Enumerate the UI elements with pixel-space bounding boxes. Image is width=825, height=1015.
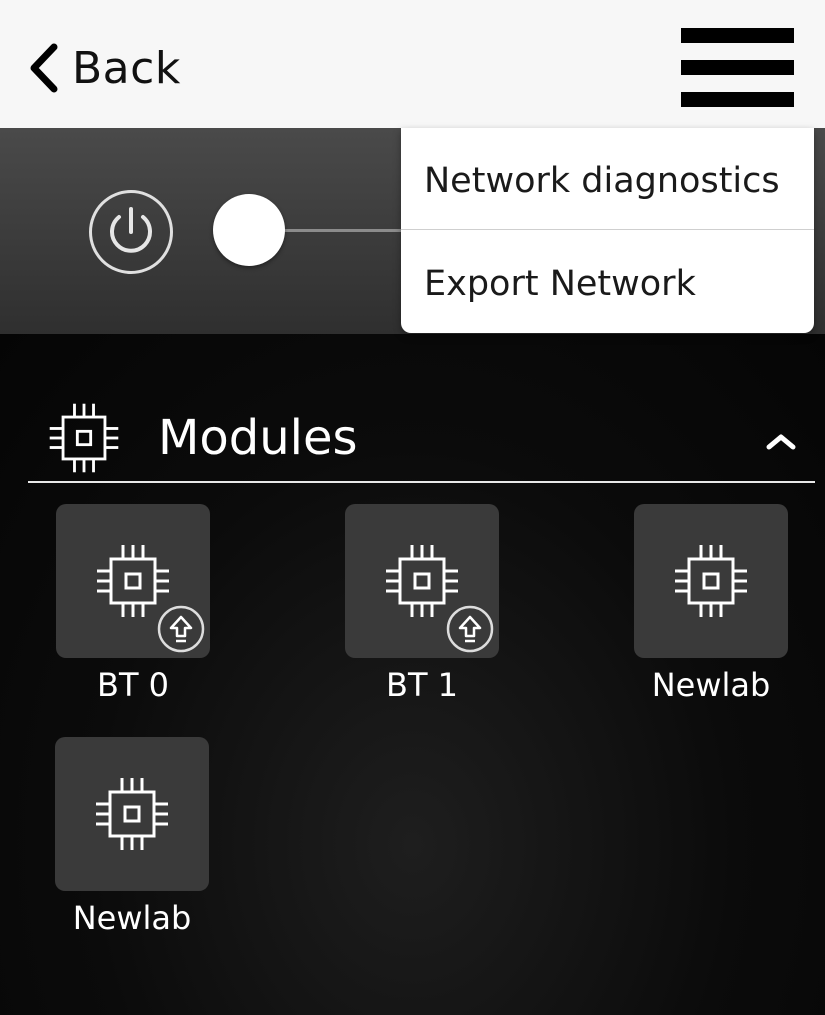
power-button[interactable] (89, 190, 173, 274)
top-bar: Back (0, 0, 825, 128)
update-arrow-icon (444, 603, 496, 655)
overflow-menu: Network diagnostics Export Network (401, 128, 814, 333)
chevron-up-icon[interactable] (763, 430, 799, 452)
chevron-left-icon (30, 43, 58, 93)
menu-item-label: Network diagnostics (424, 161, 780, 201)
menu-bar (681, 60, 794, 75)
module-label: Newlab (72, 899, 192, 937)
module-bt-0[interactable]: BT 0 (53, 504, 213, 704)
module-tile[interactable] (345, 504, 499, 658)
module-newlab-2[interactable]: Newlab (52, 737, 212, 937)
back-button[interactable]: Back (28, 38, 181, 98)
menu-item-label: Export Network (424, 264, 696, 304)
back-label: Back (72, 42, 181, 94)
toggle-track (270, 229, 410, 232)
modules-title: Modules (158, 410, 358, 466)
modules-section: Modules BT 0 BT 1 Newlab Newlab (0, 334, 825, 1015)
chip-icon (675, 545, 747, 617)
module-tile[interactable] (55, 737, 209, 891)
chip-icon (49, 403, 119, 473)
menu-item-network-diagnostics[interactable]: Network diagnostics (401, 131, 814, 231)
menu-bar (681, 92, 794, 107)
module-label: BT 1 (385, 666, 459, 704)
module-tile[interactable] (634, 504, 788, 658)
chip-icon (96, 778, 168, 850)
module-newlab[interactable]: Newlab (631, 504, 791, 704)
app-screen: Back Network diagnostics Export Network (0, 0, 825, 1015)
menu-bar (681, 28, 794, 43)
module-label: Newlab (651, 666, 771, 704)
menu-divider (401, 229, 814, 230)
section-divider (28, 481, 815, 483)
menu-item-export-network[interactable]: Export Network (401, 234, 814, 334)
network-toggle-knob[interactable] (213, 194, 285, 266)
module-tile[interactable] (56, 504, 210, 658)
power-icon (110, 207, 152, 253)
module-label: BT 0 (96, 666, 170, 704)
update-arrow-icon (155, 603, 207, 655)
modules-section-header[interactable]: Modules (28, 374, 815, 474)
module-bt-1[interactable]: BT 1 (342, 504, 502, 704)
hamburger-menu-icon[interactable] (681, 28, 794, 108)
